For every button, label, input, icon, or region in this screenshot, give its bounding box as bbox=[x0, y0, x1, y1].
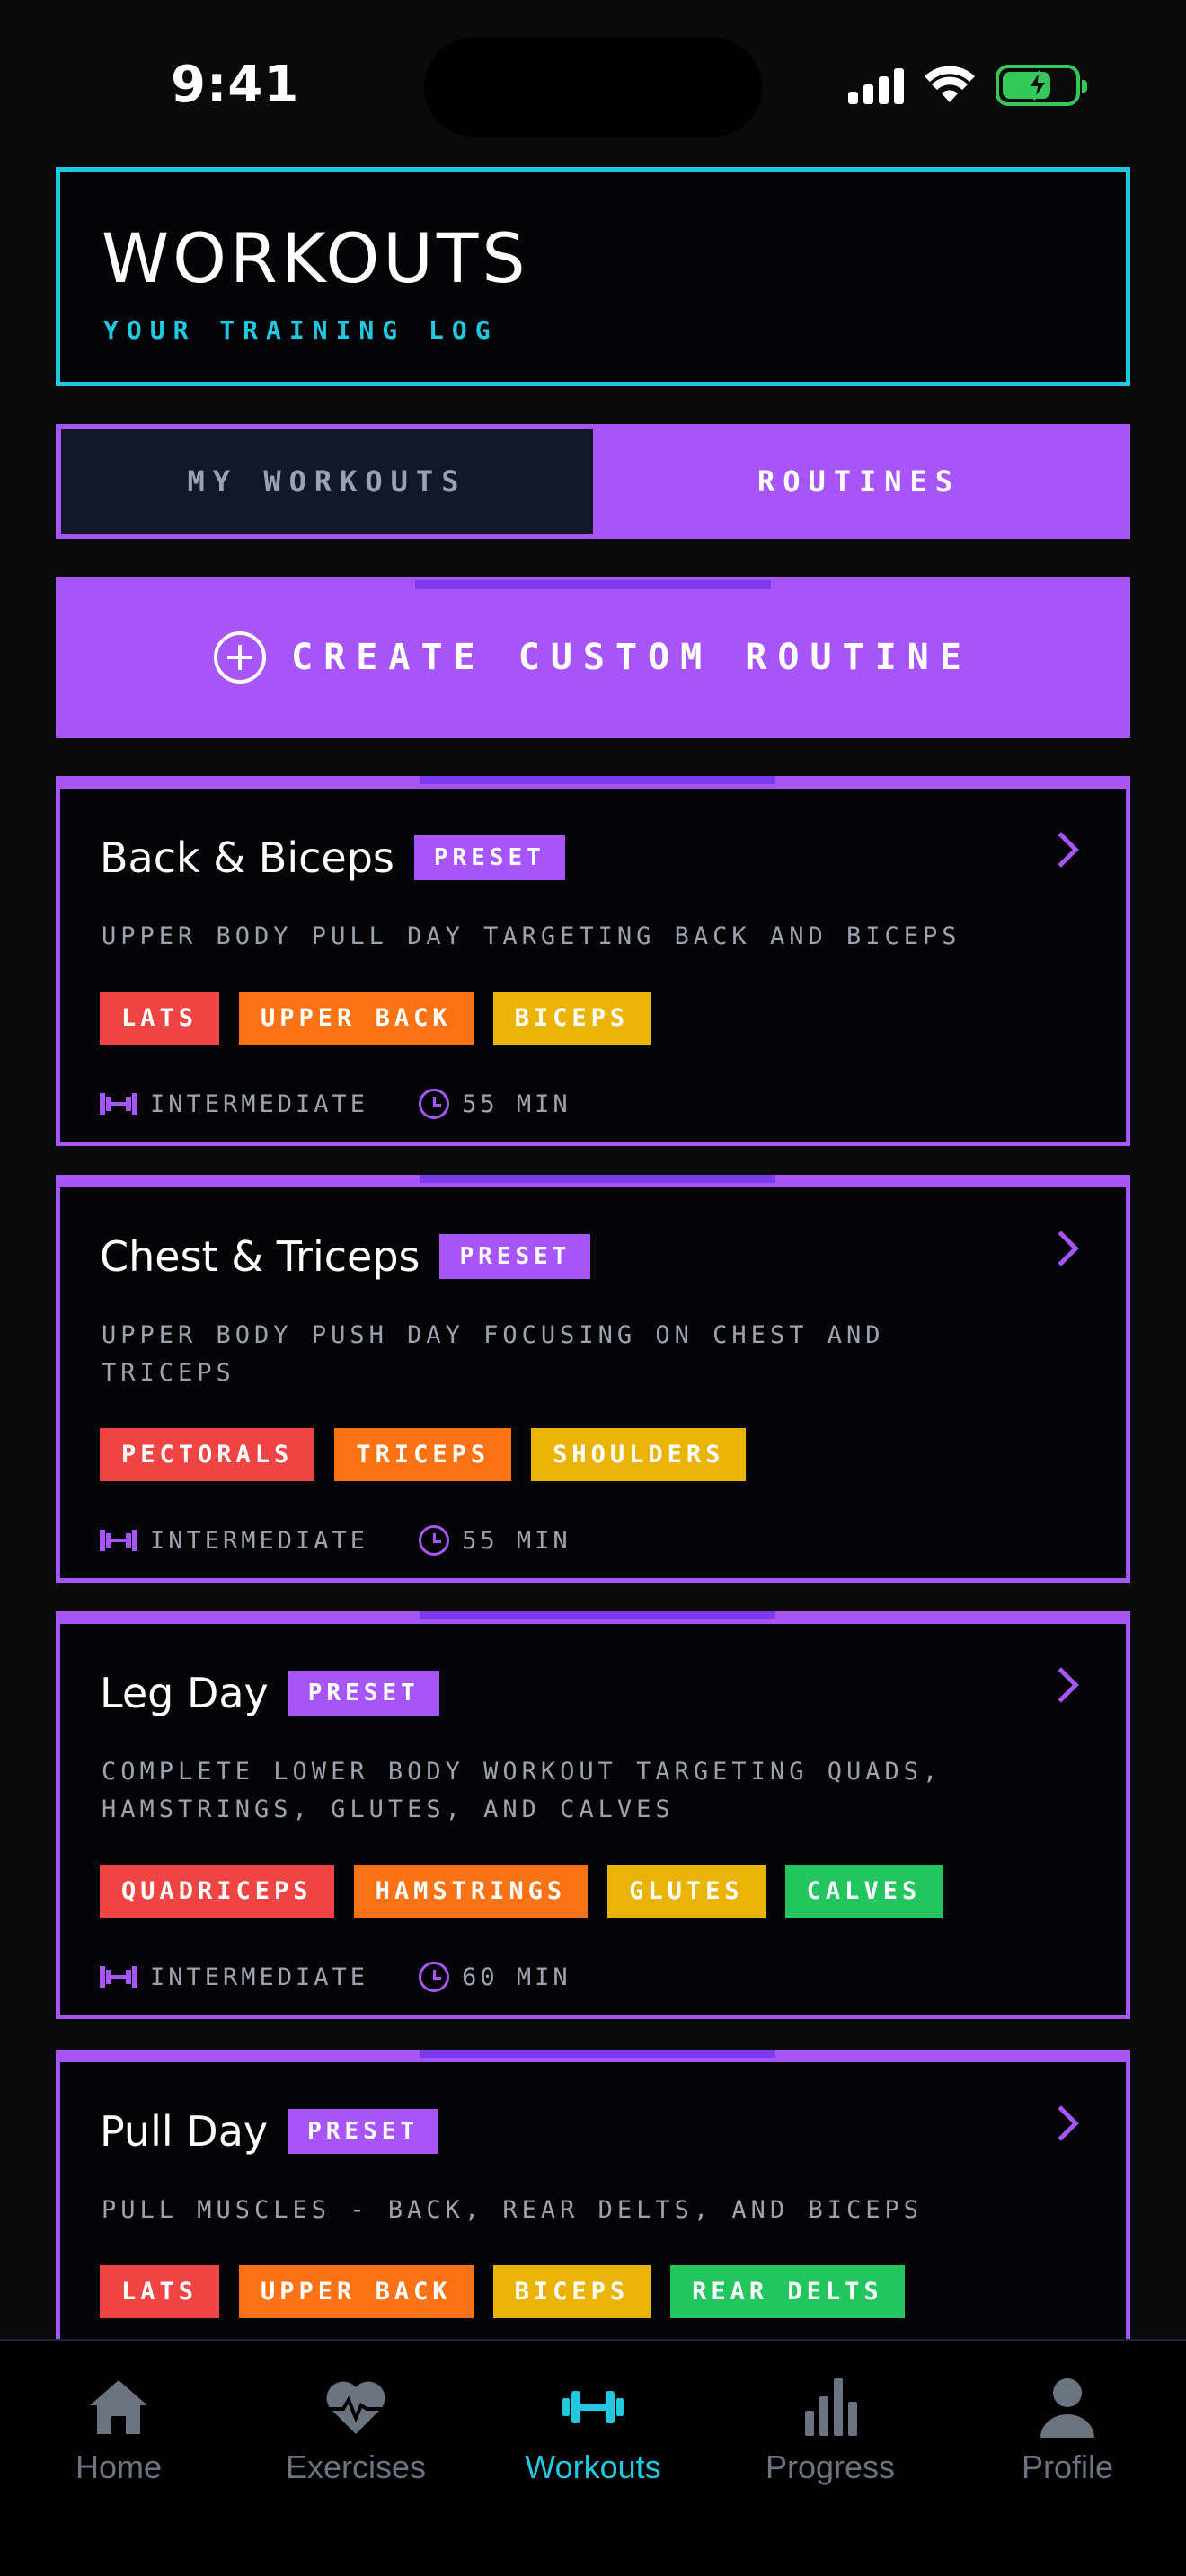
nav-label: Exercises bbox=[285, 2448, 427, 2485]
battery-icon bbox=[996, 65, 1087, 106]
routine-card-back-biceps[interactable]: Back & Biceps PRESET UPPER BODY PULL DAY… bbox=[56, 776, 1130, 1146]
tab-my-workouts[interactable]: MY WORKOUTS bbox=[61, 429, 593, 534]
wifi-icon bbox=[925, 66, 975, 102]
duration: 55 MIN bbox=[462, 1090, 571, 1118]
card-ridge bbox=[420, 1175, 775, 1183]
create-button-label: CREATE CUSTOM ROUTINE bbox=[291, 637, 972, 678]
status-icons bbox=[848, 65, 1087, 106]
clock-icon bbox=[419, 1525, 450, 1556]
muscle-tag: PECTORALS bbox=[100, 1428, 315, 1481]
muscle-tag: BICEPS bbox=[492, 992, 651, 1045]
muscle-tag: HAMSTRINGS bbox=[353, 1865, 589, 1918]
preset-badge: PRESET bbox=[288, 1671, 439, 1716]
dumbbell-icon bbox=[562, 2391, 624, 2423]
page-subtitle: YOUR TRAINING LOG bbox=[103, 315, 499, 345]
card-title-row: Chest & Triceps PRESET bbox=[100, 1232, 591, 1281]
chevron-right-icon[interactable] bbox=[1043, 2105, 1079, 2141]
nav-workouts[interactable]: Workouts bbox=[474, 2375, 712, 2486]
chevron-right-icon[interactable] bbox=[1043, 1667, 1079, 1703]
button-ridge bbox=[415, 580, 771, 589]
duration: 60 MIN bbox=[462, 1963, 571, 1991]
card-ridge bbox=[420, 2050, 775, 2058]
routine-title: Back & Biceps bbox=[100, 834, 394, 882]
muscle-tag: LATS bbox=[100, 2265, 220, 2318]
muscle-tag: UPPER BACK bbox=[239, 2265, 474, 2318]
heart-pulse-icon bbox=[326, 2381, 385, 2434]
muscle-tag: LATS bbox=[100, 992, 220, 1045]
routine-card-leg-day[interactable]: Leg Day PRESET COMPLETE LOWER BODY WORKO… bbox=[56, 1611, 1130, 2019]
tab-routines[interactable]: ROUTINES bbox=[593, 429, 1125, 534]
routine-description: PULL MUSCLES - BACK, REAR DELTS, AND BIC… bbox=[102, 2196, 923, 2224]
nav-label: Profile bbox=[1021, 2448, 1114, 2485]
card-title-row: Pull Day PRESET bbox=[100, 2107, 439, 2156]
clock-icon bbox=[419, 1962, 450, 1992]
home-icon bbox=[90, 2380, 147, 2434]
routine-meta: INTERMEDIATE 55 MIN bbox=[100, 1525, 571, 1556]
muscle-tag: UPPER BACK bbox=[239, 992, 474, 1045]
preset-badge: PRESET bbox=[413, 835, 565, 880]
chevron-right-icon[interactable] bbox=[1043, 832, 1079, 868]
clock-icon bbox=[419, 1089, 450, 1119]
nav-home[interactable]: Home bbox=[0, 2375, 237, 2486]
bottom-tab-bar: Home Exercises Workouts Progress Profile bbox=[0, 2339, 1186, 2576]
muscle-tag: BICEPS bbox=[492, 2265, 651, 2318]
card-ridge bbox=[420, 1611, 775, 1619]
muscle-tags: QUADRICEPS HAMSTRINGS GLUTES CALVES bbox=[100, 1865, 943, 1918]
dynamic-island bbox=[424, 38, 762, 137]
cellular-signal-icon bbox=[848, 66, 904, 104]
muscle-tags: LATS UPPER BACK BICEPS REAR DELTS bbox=[100, 2265, 905, 2318]
card-title-row: Back & Biceps PRESET bbox=[100, 834, 565, 882]
difficulty-level: INTERMEDIATE bbox=[150, 1090, 369, 1118]
difficulty-level: INTERMEDIATE bbox=[150, 1526, 369, 1555]
nav-label: Home bbox=[75, 2448, 163, 2485]
page-header: WORKOUTS YOUR TRAINING LOG bbox=[56, 167, 1130, 386]
routine-description: UPPER BODY PULL DAY TARGETING BACK AND B… bbox=[102, 922, 961, 950]
nav-progress[interactable]: Progress bbox=[712, 2375, 949, 2486]
muscle-tag: TRICEPS bbox=[334, 1428, 512, 1481]
muscle-tag: QUADRICEPS bbox=[100, 1865, 334, 1918]
nav-exercises[interactable]: Exercises bbox=[237, 2375, 474, 2486]
routine-meta: INTERMEDIATE 55 MIN bbox=[100, 1089, 571, 1119]
difficulty-level: INTERMEDIATE bbox=[150, 1963, 369, 1991]
routine-description: COMPLETE LOWER BODY WORKOUT TARGETING QU… bbox=[102, 1758, 943, 1823]
routine-description: UPPER BODY PUSH DAY FOCUSING ON CHEST AN… bbox=[102, 1321, 885, 1387]
routine-title: Leg Day bbox=[100, 1669, 269, 1717]
muscle-tag: REAR DELTS bbox=[670, 2265, 905, 2318]
chevron-right-icon[interactable] bbox=[1043, 1231, 1079, 1266]
create-custom-routine-button[interactable]: CREATE CUSTOM ROUTINE bbox=[56, 577, 1130, 738]
page-title: WORKOUTS bbox=[102, 218, 529, 298]
routine-title: Pull Day bbox=[100, 2107, 269, 2156]
dumbbell-icon bbox=[100, 1093, 137, 1115]
user-icon bbox=[1040, 2378, 1094, 2438]
muscle-tags: PECTORALS TRICEPS SHOULDERS bbox=[100, 1428, 747, 1481]
nav-label: Progress bbox=[765, 2448, 896, 2485]
duration: 55 MIN bbox=[462, 1526, 571, 1555]
card-title-row: Leg Day PRESET bbox=[100, 1669, 439, 1717]
muscle-tag: GLUTES bbox=[607, 1865, 766, 1918]
muscle-tag: SHOULDERS bbox=[531, 1428, 747, 1481]
routine-meta: INTERMEDIATE 60 MIN bbox=[100, 1962, 571, 1992]
preset-badge: PRESET bbox=[439, 1234, 591, 1279]
plus-circle-icon bbox=[214, 631, 267, 684]
routine-card-chest-triceps[interactable]: Chest & Triceps PRESET UPPER BODY PUSH D… bbox=[56, 1175, 1130, 1583]
routine-title: Chest & Triceps bbox=[100, 1232, 420, 1281]
card-ridge bbox=[420, 776, 775, 784]
dumbbell-icon bbox=[100, 1530, 137, 1551]
nav-label: Workouts bbox=[525, 2448, 661, 2485]
muscle-tag: CALVES bbox=[784, 1865, 943, 1918]
preset-badge: PRESET bbox=[288, 2109, 439, 2154]
status-time: 9:41 bbox=[171, 56, 300, 114]
segmented-tabs: MY WORKOUTS ROUTINES bbox=[56, 424, 1130, 539]
muscle-tags: LATS UPPER BACK BICEPS bbox=[100, 992, 651, 1045]
status-bar: 9:41 bbox=[0, 0, 1186, 162]
nav-profile[interactable]: Profile bbox=[949, 2375, 1186, 2486]
bar-chart-icon bbox=[805, 2378, 857, 2436]
dumbbell-icon bbox=[100, 1966, 137, 1988]
